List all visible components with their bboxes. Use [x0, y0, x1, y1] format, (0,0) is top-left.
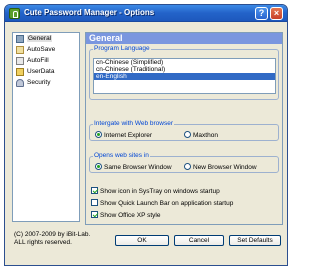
sidebar-item-autofill[interactable]: AutoFill [13, 56, 79, 66]
autofill-icon [16, 57, 24, 65]
cancel-button[interactable]: Cancel [174, 235, 224, 246]
checkbox-icon [91, 199, 98, 206]
radio-selected-icon [95, 131, 102, 138]
language-option[interactable]: cn-Chinese (Traditional) [94, 66, 275, 73]
group-legend: Opens web sites in [93, 152, 150, 159]
radio-icon [184, 131, 191, 138]
language-listbox[interactable]: cn-Chinese (Simplified) cn-Chinese (Trad… [93, 58, 276, 94]
sidebar-item-autosave[interactable]: AutoSave [13, 45, 79, 55]
sidebar-item-security[interactable]: Security [13, 78, 79, 88]
help-button[interactable]: ? [255, 7, 268, 20]
radio-selected-icon [95, 163, 102, 170]
radio-label: New Browser Window [193, 164, 257, 171]
new-browser-window-radio[interactable]: New Browser Window [184, 163, 257, 171]
copyright-line-2: ALL rights reserved. [14, 239, 72, 246]
checkbox-checked-icon [91, 211, 98, 218]
set-defaults-button[interactable]: Set Defaults [229, 235, 281, 246]
autosave-icon [16, 46, 24, 54]
sidebar-item-userdata[interactable]: UserData [13, 67, 79, 77]
sidebar-item-general[interactable]: General [13, 34, 79, 44]
group-legend: Program Language [93, 45, 151, 52]
office-xp-style-checkbox[interactable]: Show Office XP style [91, 211, 160, 219]
language-option[interactable]: cn-Chinese (Simplified) [94, 59, 275, 66]
radio-label: Same Browser Window [104, 164, 172, 171]
opens-web-sites-group: Opens web sites in Same Browser Window N… [89, 152, 279, 173]
general-icon [16, 35, 24, 43]
copyright-line-1: (C) 2007-2009 by iBit-Lab. [14, 231, 91, 238]
options-tree: General AutoSave AutoFill UserData Secur… [12, 32, 80, 222]
quick-launch-checkbox[interactable]: Show Quick Launch Bar on application sta… [91, 199, 233, 207]
language-option-selected[interactable]: en-English [94, 73, 275, 80]
panel-header: General [86, 33, 282, 44]
checkbox-label: Show Office XP style [100, 212, 161, 219]
sidebar-item-label: Security [27, 79, 51, 86]
general-panel: General Program Language cn-Chinese (Sim… [85, 32, 283, 225]
sidebar-item-label: General [27, 35, 53, 42]
web-browser-group: Intergate with Web browser Internet Expl… [89, 120, 279, 141]
window-title: Cute Password Manager - Options [24, 8, 155, 17]
copyright-text: (C) 2007-2009 by iBit-Lab. ALL rights re… [14, 231, 90, 247]
sidebar-item-label: AutoSave [27, 46, 56, 53]
group-legend: Intergate with Web browser [93, 120, 174, 127]
checkbox-label: Show Quick Launch Bar on application sta… [100, 200, 234, 207]
internet-explorer-radio[interactable]: Internet Explorer [95, 131, 152, 139]
ok-button[interactable]: OK [115, 235, 169, 246]
systray-checkbox[interactable]: Show icon in SysTray on windows startup [91, 187, 220, 195]
security-icon [16, 79, 24, 87]
title-bar[interactable]: Cute Password Manager - Options ? × [5, 5, 287, 22]
close-button[interactable]: × [270, 7, 283, 20]
radio-icon [184, 163, 191, 170]
options-window: Cute Password Manager - Options ? × Gene… [4, 4, 288, 266]
app-lock-icon [9, 8, 20, 19]
sidebar-item-label: AutoFill [27, 57, 49, 64]
checkbox-checked-icon [91, 187, 98, 194]
checkbox-label: Show icon in SysTray on windows startup [100, 188, 220, 195]
program-language-group: Program Language cn-Chinese (Simplified)… [89, 45, 279, 100]
sidebar-item-label: UserData [27, 68, 55, 75]
userdata-icon [16, 68, 24, 76]
same-browser-window-radio[interactable]: Same Browser Window [95, 163, 172, 171]
radio-label: Maxthon [193, 132, 218, 139]
maxthon-radio[interactable]: Maxthon [184, 131, 218, 139]
radio-label: Internet Explorer [104, 132, 153, 139]
